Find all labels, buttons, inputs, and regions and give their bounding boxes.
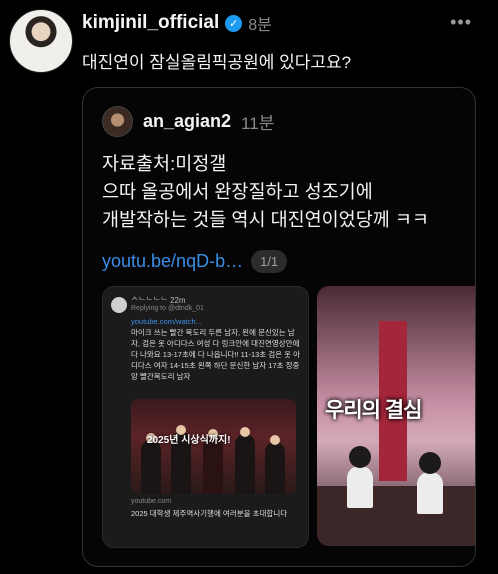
embedded-text: 마이크 쓰는 빨간 목도리 두른 남자, 왼에 문신있는 남자, 검은 옷 아디… <box>131 328 301 381</box>
page-indicator: 1/1 <box>251 250 288 273</box>
username[interactable]: kimjinil_official <box>82 12 219 34</box>
verified-badge-icon: ✓ <box>225 14 243 32</box>
quoted-username[interactable]: an_agian2 <box>143 111 231 132</box>
post-time: 8분 <box>248 17 272 34</box>
quoted-avatar[interactable] <box>102 106 133 137</box>
embedded-source: youtube.com <box>131 498 172 505</box>
video-caption: 우리의 결심 <box>325 399 422 422</box>
stage-floor <box>317 486 475 546</box>
embedded-link: youtube.com/watch... <box>131 317 202 326</box>
quoted-header: an_agian2 11분 <box>143 109 274 134</box>
embedded-photo <box>131 399 296 494</box>
embedded-photo-caption: 2025년 시상식까지! <box>147 435 231 446</box>
person-head <box>349 446 371 468</box>
thread-post: kimjinil_official ✓ 8분 ••• 대진연이 잠실올림픽공원에… <box>0 0 498 574</box>
person-figure <box>347 466 373 508</box>
embedded-avatar <box>111 297 127 313</box>
embedded-reply-to: Replying to @dtndk_01 <box>131 305 204 312</box>
quoted-link[interactable]: youtu.be/nqD-b… <box>102 251 243 272</box>
post-text: 대진연이 잠실올림픽공원에 있다고요? <box>82 53 352 72</box>
quoted-link-row: youtu.be/nqD-b… 1/1 <box>102 250 288 273</box>
post-header: kimjinil_official ✓ 8분 <box>82 11 272 35</box>
quoted-time: 11분 <box>241 114 275 133</box>
quoted-post[interactable]: an_agian2 11분 자료출처:미정갤 으따 올공에서 완장질하고 성조기… <box>82 87 476 567</box>
quoted-text: 자료출처:미정갤 으따 올공에서 완장질하고 성조기에 개발작하는 것들 역시 … <box>102 153 429 230</box>
embedded-title: 2025 대학생 제주역사기행에 여러분을 초대합니다 <box>131 509 288 518</box>
media-image-2[interactable]: 우리의 결심 <box>317 286 475 546</box>
person-figure <box>417 472 443 514</box>
media-image-1[interactable]: ᄉᄂᄂᄂᄂ 22m Replying to @dtndk_01 youtube.… <box>102 286 309 548</box>
more-dots-icon[interactable]: ••• <box>450 12 472 33</box>
profile-avatar[interactable] <box>9 9 73 73</box>
person-head <box>419 452 441 474</box>
